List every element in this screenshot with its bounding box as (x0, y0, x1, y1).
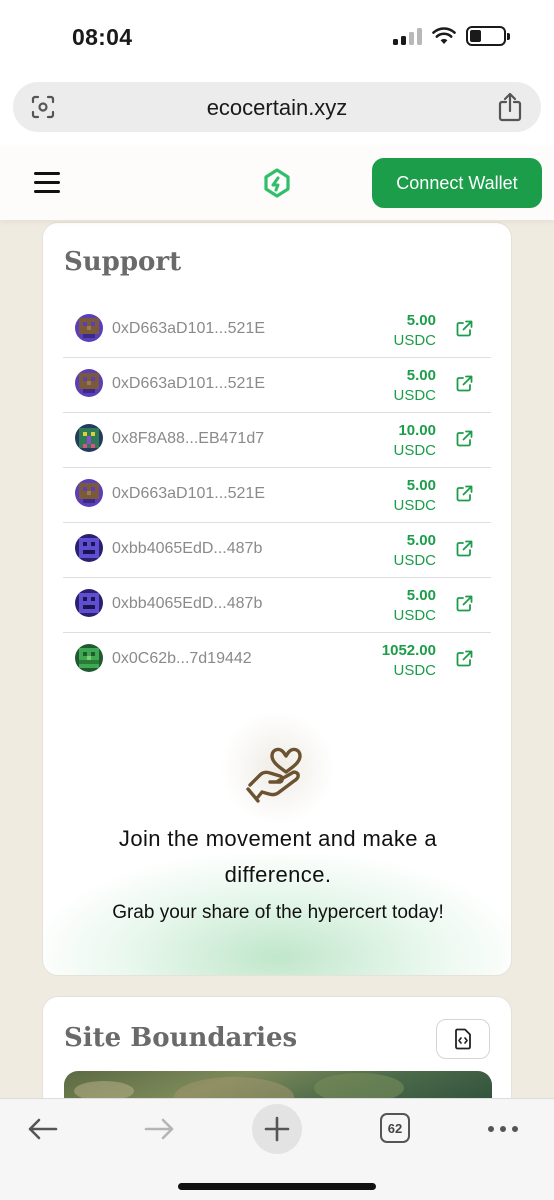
external-link-icon[interactable] (456, 430, 473, 447)
external-link-icon[interactable] (456, 320, 473, 337)
supporter-address: 0xD663aD101...521E (112, 320, 265, 337)
supporter-row: 0x8F8A88...EB471d7 10.00 USDC (63, 413, 491, 468)
status-icons (393, 26, 510, 46)
amount-value: 5.00 (406, 312, 436, 329)
code-file-icon (455, 1028, 471, 1050)
contribution-amount: 5.00 USDC (393, 476, 436, 516)
supporter-address: 0x0C62b...7d19442 (112, 650, 252, 667)
home-indicator[interactable] (178, 1183, 376, 1190)
status-time: 08:04 (72, 24, 133, 50)
hamburger-menu-icon[interactable] (34, 172, 60, 194)
external-link-icon[interactable] (456, 650, 473, 667)
more-options-icon[interactable] (486, 1113, 520, 1145)
amount-currency: USDC (393, 497, 436, 514)
amount-value: 5.00 (406, 367, 436, 384)
external-link-icon[interactable] (456, 375, 473, 392)
cta-subtitle: Grab your share of the hypercert today! (112, 902, 444, 923)
contribution-amount: 5.00 USDC (393, 586, 436, 626)
supporters-list: 0xD663aD101...521E 5.00 USDC 0xD663aD101… (63, 303, 491, 688)
amount-currency: USDC (393, 662, 436, 679)
supporter-row: 0xbb4065EdD...487b 5.00 USDC (63, 523, 491, 578)
amount-currency: USDC (393, 607, 436, 624)
page: 08:04 ecocertain.xyz Connect Wallet Supp… (0, 0, 554, 1200)
supporter-address: 0xbb4065EdD...487b (112, 595, 263, 612)
amount-value: 5.00 (406, 587, 436, 604)
support-title: Support (64, 247, 182, 277)
supporter-address: 0xbb4065EdD...487b (112, 540, 263, 557)
supporter-row: 0x0C62b...7d19442 1052.00 USDC (63, 633, 491, 688)
supporter-address: 0xD663aD101...521E (112, 485, 265, 502)
supporter-avatar (75, 369, 103, 397)
amount-currency: USDC (393, 552, 436, 569)
share-icon[interactable] (497, 92, 523, 122)
status-bar: 08:04 (0, 0, 554, 76)
amount-currency: USDC (393, 387, 436, 404)
amount-value: 1052.00 (381, 642, 436, 659)
amount-currency: USDC (393, 442, 436, 459)
amount-currency: USDC (393, 332, 436, 349)
heart-in-hand-icon (246, 747, 302, 803)
back-arrow-icon (28, 1118, 58, 1140)
battery-icon (466, 26, 510, 46)
supporter-avatar (75, 314, 103, 342)
cellular-signal-icon (393, 27, 422, 45)
support-card: Support 0xD663aD101...521E 5.00 USDC 0xD… (42, 222, 512, 976)
amount-value: 10.00 (398, 422, 436, 439)
amount-value: 5.00 (406, 532, 436, 549)
app-header: Connect Wallet (0, 146, 554, 220)
external-link-icon[interactable] (456, 540, 473, 557)
supporter-address: 0x8F8A88...EB471d7 (112, 430, 265, 447)
ecocertain-logo-icon[interactable] (262, 168, 292, 198)
address-bar[interactable]: ecocertain.xyz (13, 82, 541, 132)
browser-url-area: ecocertain.xyz (0, 76, 554, 146)
forward-arrow-icon (144, 1118, 174, 1140)
tabs-button[interactable]: 62 (380, 1113, 410, 1143)
forward-button[interactable] (140, 1113, 180, 1145)
supporter-row: 0xD663aD101...521E 5.00 USDC (63, 468, 491, 523)
contribution-amount: 1052.00 USDC (382, 641, 436, 681)
supporter-avatar (75, 534, 103, 562)
code-file-button[interactable] (436, 1019, 490, 1059)
external-link-icon[interactable] (456, 595, 473, 612)
cta-title: Join the movement and make a difference. (118, 826, 438, 887)
contribution-amount: 5.00 USDC (393, 366, 436, 406)
contribution-amount: 5.00 USDC (393, 531, 436, 571)
external-link-icon[interactable] (456, 485, 473, 502)
supporter-row: 0xD663aD101...521E 5.00 USDC (63, 358, 491, 413)
supporter-avatar (75, 479, 103, 507)
supporter-address: 0xD663aD101...521E (112, 375, 265, 392)
wifi-icon (432, 27, 456, 44)
site-boundaries-title: Site Boundaries (64, 1023, 298, 1053)
new-tab-button[interactable] (252, 1104, 302, 1154)
supporter-row: 0xbb4065EdD...487b 5.00 USDC (63, 578, 491, 633)
back-button[interactable] (22, 1113, 62, 1145)
url-text[interactable]: ecocertain.xyz (13, 95, 541, 121)
contribution-amount: 10.00 USDC (393, 421, 436, 461)
supporter-avatar (75, 644, 103, 672)
amount-value: 5.00 (406, 477, 436, 494)
supporter-avatar (75, 424, 103, 452)
browser-toolbar: 62 (0, 1098, 554, 1200)
supporter-avatar (75, 589, 103, 617)
connect-wallet-button[interactable]: Connect Wallet (372, 158, 542, 208)
supporter-row: 0xD663aD101...521E 5.00 USDC (63, 303, 491, 358)
plus-icon (264, 1116, 290, 1142)
contribution-amount: 5.00 USDC (393, 311, 436, 351)
